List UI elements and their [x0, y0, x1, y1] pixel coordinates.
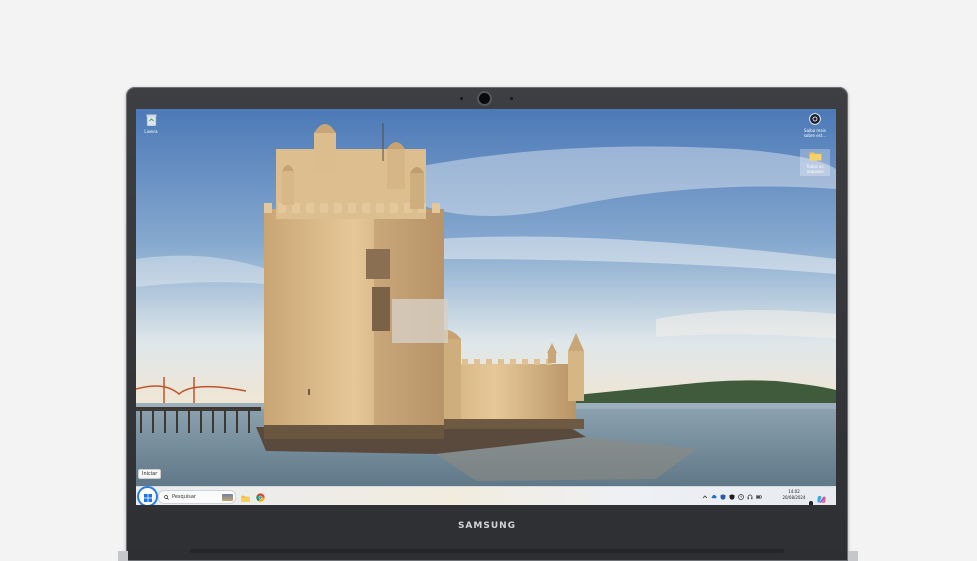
chevron-up-icon[interactable]	[702, 494, 708, 500]
laptop-base-corner	[848, 551, 858, 561]
windows-icon	[143, 487, 152, 505]
camera-icon	[800, 113, 830, 126]
headset-icon[interactable]	[747, 494, 753, 500]
cloud-icon[interactable]	[711, 494, 717, 500]
copilot-button[interactable]	[816, 490, 827, 505]
search-icon	[164, 494, 169, 500]
taskbar-clock[interactable]: 14:02 20/08/2024	[780, 489, 808, 501]
desktop-icon-learn-more[interactable]: Saiba mais sobre est...	[800, 113, 830, 138]
battery-icon[interactable]	[756, 494, 762, 500]
laptop-hinge	[190, 549, 784, 553]
taskbar-app-chrome[interactable]	[255, 491, 266, 502]
webcam	[456, 91, 518, 107]
copilot-icon	[816, 490, 827, 505]
system-tray	[702, 491, 765, 502]
desktop-icon-label: Todos os arquivos	[806, 164, 824, 174]
camera-sensor-dot	[510, 97, 513, 100]
taskbar-app-file-explorer[interactable]	[240, 491, 251, 502]
camera-lens	[479, 93, 490, 104]
desktop-icon-all-files[interactable]: Todos os arquivos	[800, 149, 830, 176]
start-button[interactable]	[139, 488, 156, 505]
camera-sensor-dot	[460, 97, 463, 100]
taskbar: Pesquisar 14:02 20/08/2024	[136, 486, 836, 505]
desktop-icon-recycle-bin[interactable]: Lixeira	[136, 113, 166, 134]
brand-logo: SAMSUNG	[457, 521, 517, 531]
search-highlight-image	[222, 493, 233, 501]
start-tooltip: Iniciar	[138, 469, 162, 479]
desktop-icon-label: Saiba mais sobre est...	[803, 128, 827, 138]
bell-icon	[808, 492, 814, 505]
clock-icon[interactable]	[738, 493, 744, 500]
folder-icon	[241, 487, 250, 505]
shield-icon[interactable]	[729, 493, 735, 500]
notifications-button[interactable]	[808, 492, 814, 505]
search-placeholder: Pesquisar	[172, 494, 196, 500]
desktop-icon-label: Lixeira	[144, 129, 158, 134]
laptop-bezel: Lixeira Saiba mais sobre est... Todos os…	[126, 87, 848, 561]
screen: Lixeira Saiba mais sobre est... Todos os…	[136, 109, 836, 505]
desktop-wallpaper	[136, 109, 836, 487]
search-input[interactable]: Pesquisar	[158, 490, 236, 504]
clock-date: 20/08/2024	[782, 495, 806, 500]
laptop-base-corner	[118, 551, 128, 561]
chrome-icon	[256, 487, 265, 505]
shield-icon[interactable]	[720, 493, 726, 500]
recycle-icon	[136, 113, 166, 127]
folder-icon	[800, 151, 830, 162]
